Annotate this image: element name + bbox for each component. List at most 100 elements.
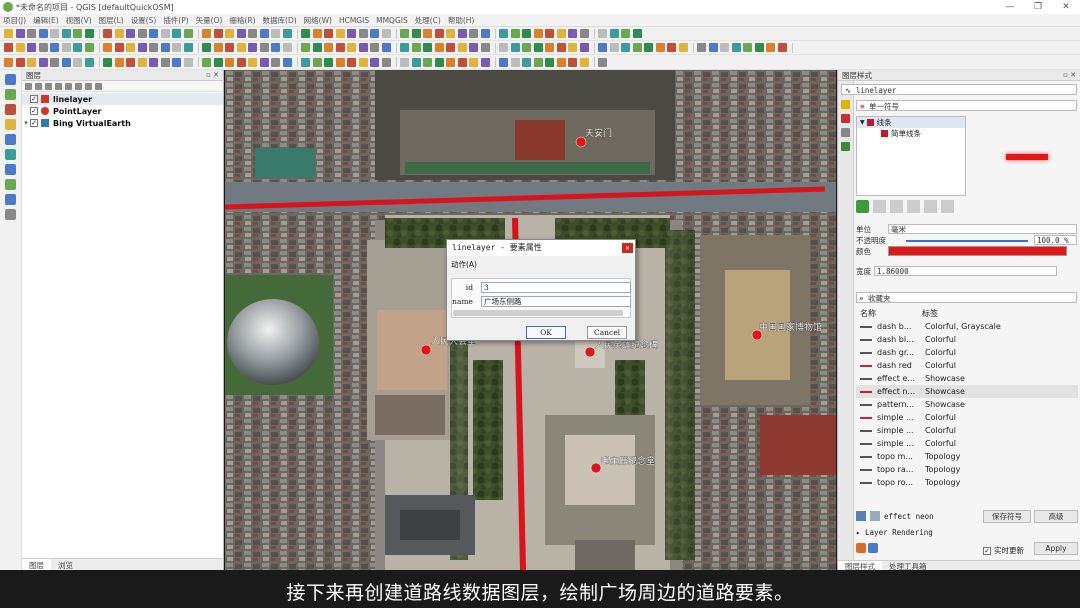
toolbar-tool-icon[interactable] xyxy=(556,29,566,38)
field-id-input[interactable]: 3 xyxy=(481,282,631,293)
toolbar-tool-icon[interactable] xyxy=(38,43,48,52)
toolbar-tool-icon[interactable] xyxy=(202,43,211,52)
toolbar-tool-icon[interactable] xyxy=(568,57,577,67)
toolbar-tool-icon[interactable] xyxy=(126,29,135,38)
toolbar-tool-icon[interactable] xyxy=(556,43,566,52)
toolbar-tool-icon[interactable] xyxy=(697,43,706,52)
toolbar-tool-icon[interactable] xyxy=(708,43,718,52)
menu-item-7[interactable]: 栅格(R) xyxy=(229,15,255,26)
add-layer-tool-icon[interactable] xyxy=(5,74,16,85)
toolbar-tool-icon[interactable] xyxy=(579,43,589,52)
toolbar-tool-icon[interactable] xyxy=(347,43,356,52)
move-up-icon[interactable] xyxy=(924,200,937,213)
add-layer-tool-icon[interactable] xyxy=(5,119,16,130)
toolbar-tool-icon[interactable] xyxy=(347,29,356,38)
menu-item-11[interactable]: MMQGIS xyxy=(376,16,408,25)
toolbar-tool-icon[interactable] xyxy=(271,29,280,38)
toolbar-tool-icon[interactable] xyxy=(213,29,223,38)
move-down-icon[interactable] xyxy=(941,200,954,213)
toolbar-tool-icon[interactable] xyxy=(282,43,292,52)
toolbar-tool-icon[interactable] xyxy=(446,29,455,38)
toolbar-tool-icon[interactable] xyxy=(411,43,421,52)
toolbar-tool-icon[interactable] xyxy=(522,29,531,38)
toolbar-tool-icon[interactable] xyxy=(457,29,467,38)
toolbar-tool-icon[interactable] xyxy=(114,29,124,38)
open-layer-styling-icon[interactable] xyxy=(25,82,32,90)
library-row[interactable]: effect e... Showcase xyxy=(856,372,1078,385)
library-row[interactable]: simple ... Colorful xyxy=(856,424,1078,437)
menu-item-0[interactable]: 项目(J) xyxy=(3,15,26,26)
toolbar-tool-icon[interactable] xyxy=(312,43,322,52)
toolbar-tool-icon[interactable] xyxy=(84,43,94,52)
remove-symbol-layer-icon[interactable] xyxy=(873,200,886,213)
toolbar-tool-icon[interactable] xyxy=(137,29,147,38)
close-button[interactable]: ✕ xyxy=(1052,0,1080,14)
library-row[interactable]: topo m... Topology xyxy=(856,450,1078,463)
toolbar-tool-icon[interactable] xyxy=(73,29,82,38)
toolbar-tool-icon[interactable] xyxy=(743,43,752,52)
duplicate-layer-icon[interactable] xyxy=(907,200,920,213)
add-layer-tool-icon[interactable] xyxy=(5,209,16,220)
toolbar-tool-icon[interactable] xyxy=(126,43,135,52)
toolbar-tool-icon[interactable] xyxy=(568,43,577,52)
toolbar-tool-icon[interactable] xyxy=(446,57,455,67)
toolbar-tool-icon[interactable] xyxy=(370,29,379,38)
toolbar-tool-icon[interactable] xyxy=(370,57,379,67)
cancel-button[interactable]: Cancel xyxy=(587,326,627,339)
toolbar-tool-icon[interactable] xyxy=(236,57,246,67)
layer-item-linelayer[interactable]: ✓ linelayer xyxy=(22,93,223,105)
menu-item-8[interactable]: 数据库(D) xyxy=(263,15,297,26)
toolbar-tool-icon[interactable] xyxy=(50,57,59,67)
library-row[interactable]: pattern... Showcase xyxy=(856,398,1078,411)
toolbar-tool-icon[interactable] xyxy=(27,57,36,67)
toolbar-tool-icon[interactable] xyxy=(533,43,543,52)
toolbar-tool-icon[interactable] xyxy=(183,29,193,38)
toolbar-tool-icon[interactable] xyxy=(236,43,246,52)
dialog-close-button[interactable]: ✕ xyxy=(622,243,633,253)
restore-button[interactable]: ❐ xyxy=(1024,0,1052,14)
toolbar-tool-icon[interactable] xyxy=(510,57,520,67)
toolbar-tool-icon[interactable] xyxy=(754,43,764,52)
toolbar-tool-icon[interactable] xyxy=(777,43,787,52)
toolbar-tool-icon[interactable] xyxy=(27,43,36,52)
toolbar-tool-icon[interactable] xyxy=(172,43,181,52)
toolbar-tool-icon[interactable] xyxy=(598,29,607,38)
dialog-actions-label[interactable]: 动作(A) xyxy=(447,256,635,273)
toolbar-tool-icon[interactable] xyxy=(282,57,292,67)
menu-item-5[interactable]: 插件(P) xyxy=(163,15,188,26)
toolbar-tool-icon[interactable] xyxy=(84,57,94,67)
panel-float-close-icon[interactable]: ▫ ✕ xyxy=(206,70,219,81)
toolbar-tool-icon[interactable] xyxy=(149,43,158,52)
menu-item-12[interactable]: 处理(C) xyxy=(415,15,441,26)
toolbar-tool-icon[interactable] xyxy=(381,29,391,38)
toolbar-tool-icon[interactable] xyxy=(50,29,59,38)
tab-layers[interactable]: 图层 xyxy=(22,559,51,570)
menu-item-9[interactable]: 网络(W) xyxy=(304,15,332,26)
toolbar-tool-icon[interactable] xyxy=(434,43,444,52)
toolbar-tool-icon[interactable] xyxy=(312,29,322,38)
layer-expand-icon[interactable]: ▾ xyxy=(22,119,30,127)
toolbar-tool-icon[interactable] xyxy=(103,43,112,52)
toolbar-tool-icon[interactable] xyxy=(579,57,589,67)
library-row[interactable]: simple ... Colorful xyxy=(856,411,1078,424)
toolbar-tool-icon[interactable] xyxy=(160,29,170,38)
toolbar-tool-icon[interactable] xyxy=(73,57,82,67)
library-row[interactable]: dash bl... Colorful xyxy=(856,333,1078,346)
library-row[interactable]: topo ro... Topology xyxy=(856,476,1078,489)
toolbar-tool-icon[interactable] xyxy=(556,57,566,67)
toolbar-tool-icon[interactable] xyxy=(335,29,345,38)
toolbar-tool-icon[interactable] xyxy=(259,57,269,67)
toolbar-tool-icon[interactable] xyxy=(61,29,71,38)
toolbar-tool-icon[interactable] xyxy=(644,43,653,52)
toolbar-tool-icon[interactable] xyxy=(301,29,310,38)
toolbar-tool-icon[interactable] xyxy=(621,29,630,38)
toolbar-tool-icon[interactable] xyxy=(720,43,729,52)
point-great-hall[interactable] xyxy=(420,344,432,356)
layer-selector[interactable]: ∿ linelayer xyxy=(841,84,1077,95)
toolbar-tool-icon[interactable] xyxy=(4,43,13,52)
toolbar-tool-icon[interactable] xyxy=(126,57,135,67)
layer-item-pointlayer[interactable]: ✓ PointLayer xyxy=(22,105,223,117)
toolbar-tool-icon[interactable] xyxy=(271,43,280,52)
toolbar-tool-icon[interactable] xyxy=(469,43,478,52)
toolbar-tool-icon[interactable] xyxy=(84,29,94,38)
